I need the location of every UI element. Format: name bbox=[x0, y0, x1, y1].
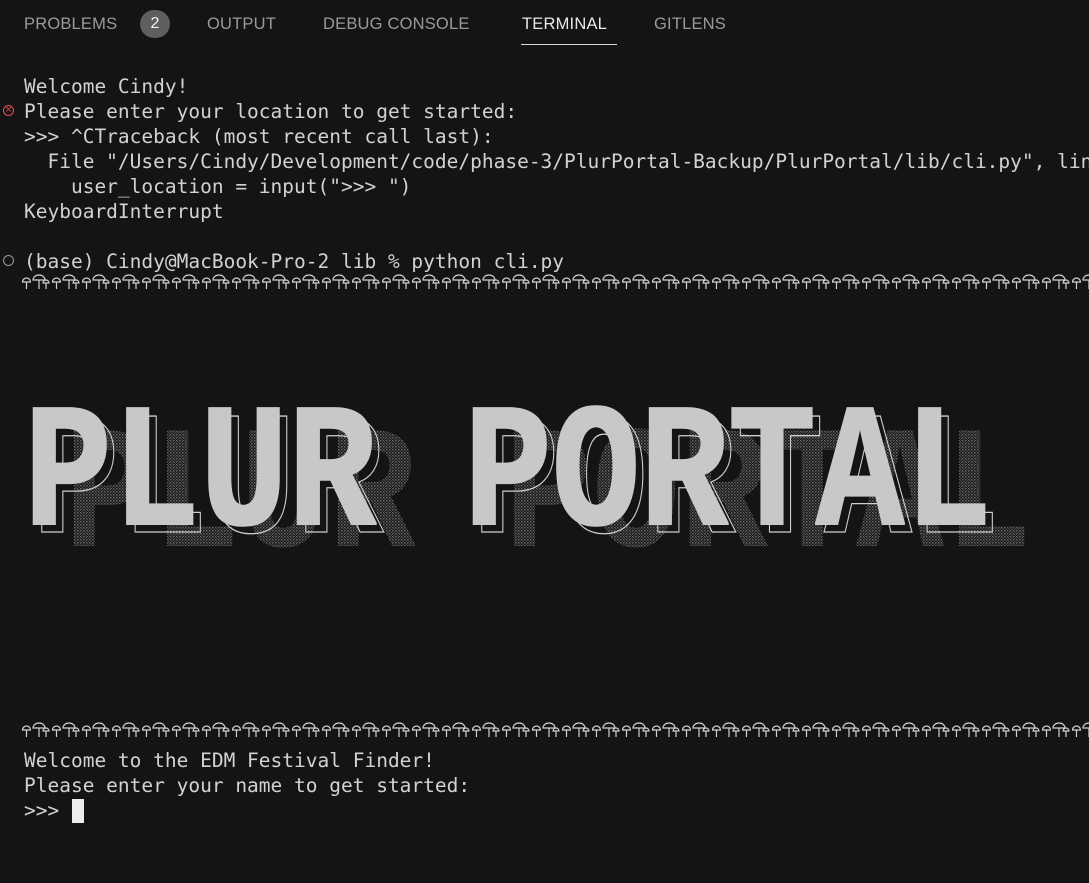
terminal-line: >>> ^CTraceback (most recent call last): bbox=[24, 125, 494, 148]
mushroom-divider-top bbox=[22, 272, 1089, 294]
tab-output[interactable]: OUTPUT bbox=[207, 12, 276, 36]
mushroom-divider-bottom bbox=[22, 720, 1089, 742]
terminal-line: Welcome Cindy! bbox=[24, 75, 189, 98]
terminal-line: user_location = input(">>> ") bbox=[24, 175, 412, 198]
tab-debug-console[interactable]: DEBUG CONSOLE bbox=[323, 12, 470, 36]
plur-portal-ascii-banner: PLUR PORTAL PLUR PORTAL PLUR PORTAL bbox=[24, 398, 1032, 558]
tab-gitlens[interactable]: GITLENS bbox=[654, 12, 726, 36]
terminal-line: KeyboardInterrupt bbox=[24, 200, 224, 223]
terminal-line: File "/Users/Cindy/Development/code/phas… bbox=[24, 150, 1089, 173]
terminal-line: Please enter your name to get started: bbox=[24, 774, 471, 797]
circle-icon[interactable] bbox=[3, 255, 14, 266]
error-icon[interactable]: × bbox=[3, 105, 14, 116]
terminal-cursor bbox=[72, 799, 84, 823]
terminal-prompt[interactable]: >>> bbox=[24, 798, 71, 823]
svg-text:PLUR PORTAL: PLUR PORTAL bbox=[24, 398, 992, 558]
panel-tab-bar: PROBLEMS 2 OUTPUT DEBUG CONSOLE TERMINAL… bbox=[0, 0, 1089, 48]
terminal-line: Please enter your location to get starte… bbox=[24, 100, 518, 123]
terminal-line: (base) Cindy@MacBook-Pro-2 lib % python … bbox=[24, 250, 565, 273]
terminal-line: Welcome to the EDM Festival Finder! bbox=[24, 749, 435, 772]
terminal-output[interactable]: Welcome Cindy! × Please enter your locat… bbox=[0, 48, 1089, 883]
tab-terminal[interactable]: TERMINAL bbox=[522, 12, 607, 36]
tab-problems[interactable]: PROBLEMS bbox=[24, 12, 117, 36]
problems-count-badge: 2 bbox=[140, 10, 170, 38]
active-tab-indicator bbox=[521, 44, 617, 45]
